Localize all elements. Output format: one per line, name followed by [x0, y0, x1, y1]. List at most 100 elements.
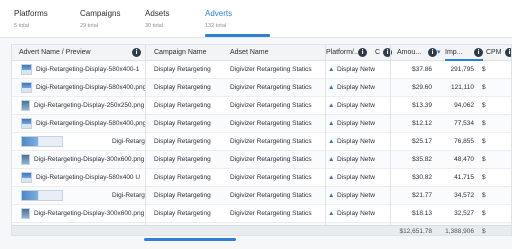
col-header-cpm[interactable]: CPM [486, 45, 506, 61]
impressions-value: 48,470 [454, 156, 474, 163]
advert-name[interactable]: Digi-Retargeting-Display-580x400-1 [36, 61, 145, 79]
platform-name: Display Netw [337, 192, 375, 199]
google-ads-icon: ▲ [328, 174, 335, 181]
impressions-value: 32,527 [454, 210, 474, 217]
impressions-value: 34,572 [454, 192, 474, 199]
platform-name: Display Netw [337, 102, 375, 109]
adset-name: Digivizer Retargeting Statics [230, 120, 312, 127]
cpm-value: $ [482, 84, 486, 91]
col-header-advert[interactable]: Advert Name / Preview [19, 45, 129, 61]
advert-name[interactable]: Digi-Retargeting- [112, 187, 145, 205]
google-ads-icon: ▲ [328, 192, 335, 199]
tab-adverts-label: Adverts [205, 9, 233, 18]
adset-name: Digivizer Retargeting Statics [230, 66, 312, 73]
adset-name: Digivizer Retargeting Statics [230, 84, 312, 91]
platform-name: Display Netw [337, 156, 375, 163]
tab-adsets-count: 30 total [145, 23, 164, 29]
info-icon[interactable]: i [505, 48, 511, 57]
total-amount: $12,651.78 [399, 228, 432, 235]
col-header-c[interactable]: C [375, 45, 383, 61]
tab-adverts-count: 132 total [205, 23, 227, 29]
advert-thumbnail[interactable] [21, 172, 32, 183]
campaign-name: Display Retargeting [154, 174, 211, 181]
tab-adsets-label: Adsets [145, 9, 170, 18]
tab-campaigns[interactable]: Campaigns 29 total [80, 0, 140, 38]
campaign-name: Display Retargeting [154, 192, 211, 199]
info-icon[interactable]: i [132, 48, 141, 57]
impressions-value: 76,855 [454, 138, 474, 145]
table-row[interactable]: Digi-Retargeting-Display-580x400-1 Displa… [12, 61, 511, 79]
adset-name: Digivizer Retargeting Statics [230, 138, 312, 145]
google-ads-icon: ▲ [328, 66, 335, 73]
advert-name[interactable]: Digi-Retargeting-Display-300x600.png [34, 205, 145, 223]
tab-campaigns-label: Campaigns [80, 9, 121, 18]
col-header-campaign[interactable]: Campaign Name [154, 45, 228, 61]
tab-platforms-label: Platforms [14, 9, 48, 18]
platform-name: Display Netw [337, 174, 375, 181]
google-ads-icon: ▲ [328, 84, 335, 91]
campaign-name: Display Retargeting [154, 102, 211, 109]
amount-value: $35.82 [412, 156, 432, 163]
tab-platforms[interactable]: Platforms 5 total [14, 0, 64, 38]
info-icon[interactable]: i [358, 48, 367, 57]
table-row[interactable]: Digi-Retargeting-Display-300x600.png Disp… [12, 205, 511, 223]
advert-name[interactable]: Digi-Retargeting-Display-580x400.png [36, 79, 145, 97]
impressions-value: 291,795 [450, 66, 475, 73]
advert-name[interactable]: Digi-Retargeting-Display-300x600.png [34, 151, 145, 169]
impressions-value: 94,062 [454, 102, 474, 109]
advert-thumbnail[interactable] [21, 64, 32, 75]
info-icon[interactable]: i [474, 48, 483, 57]
google-ads-icon: ▲ [328, 210, 335, 217]
amount-value: $18.13 [412, 210, 432, 217]
cpm-value: $ [482, 102, 486, 109]
column-divider [325, 45, 326, 235]
advert-thumbnail[interactable] [21, 208, 30, 219]
advert-name[interactable]: Digi-Retargeting-Display-580x400.png [36, 115, 145, 133]
advert-thumbnail[interactable] [21, 82, 32, 93]
level-tabs: Platforms 5 total Campaigns 29 total Ads… [0, 0, 512, 38]
tab-campaigns-count: 29 total [80, 23, 99, 29]
advert-name[interactable]: Digi-Retargeting- [112, 133, 145, 151]
col-header-adset[interactable]: Adset Name [230, 45, 310, 61]
cpm-value: $ [482, 66, 486, 73]
table-row[interactable]: Digi-Retargeting-Display-300x600.png Disp… [12, 151, 511, 169]
advert-thumbnail[interactable] [21, 154, 30, 165]
table-row[interactable]: Digi-Retargeting-Display-580x400.png Disp… [12, 79, 511, 97]
active-tab-indicator [205, 34, 270, 37]
campaign-name: Display Retargeting [154, 156, 211, 163]
table-row[interactable]: Digi-Retargeting-Display-580x400.png Disp… [12, 115, 511, 133]
campaign-name: Display Retargeting [154, 120, 211, 127]
tab-adverts[interactable]: Adverts 132 total [205, 0, 270, 38]
advert-thumbnail[interactable] [21, 190, 63, 201]
table-row[interactable]: Digi-Retargeting- Display Retargeting Digi… [12, 133, 511, 151]
google-ads-icon: ▲ [328, 102, 335, 109]
tab-adsets[interactable]: Adsets 30 total [145, 0, 200, 38]
table-row[interactable]: Digi-Retargeting-Display-250x250.png Disp… [12, 97, 511, 115]
advert-name[interactable]: Digi-Retargeting-Display-250x250.png [34, 97, 145, 115]
horizontal-scrollbar[interactable] [144, 238, 236, 241]
table-row[interactable]: Digi-Retargeting- Display Retargeting Digi… [12, 187, 511, 205]
amount-value: $29.60 [412, 84, 432, 91]
table-row[interactable]: Digi-Retargeting-Display-580x400 U Displa… [12, 169, 511, 187]
amount-value: $30.82 [412, 174, 432, 181]
adverts-table: Advert Name / Preview i Campaign Name Ad… [11, 44, 512, 236]
impressions-value: 41,715 [454, 174, 474, 181]
cpm-value: $ [482, 138, 486, 145]
sort-desc-icon[interactable]: ▾ [437, 45, 445, 61]
info-icon[interactable]: i [428, 48, 437, 57]
amount-value: $13.39 [412, 102, 432, 109]
column-divider [390, 45, 391, 235]
google-ads-icon: ▲ [328, 156, 335, 163]
advert-thumbnail[interactable] [21, 100, 30, 111]
column-divider [145, 45, 146, 235]
platform-name: Display Netw [337, 84, 375, 91]
advert-name[interactable]: Digi-Retargeting-Display-580x400 U [36, 169, 145, 187]
campaign-name: Display Retargeting [154, 66, 211, 73]
advert-thumbnail[interactable] [21, 136, 63, 147]
col-header-amount[interactable]: Amou... [397, 45, 427, 61]
amount-value: $21.77 [412, 192, 432, 199]
advert-thumbnail[interactable] [21, 118, 32, 129]
platform-name: Display Netw [337, 120, 375, 127]
adset-name: Digivizer Retargeting Statics [230, 156, 312, 163]
adset-name: Digivizer Retargeting Statics [230, 192, 312, 199]
